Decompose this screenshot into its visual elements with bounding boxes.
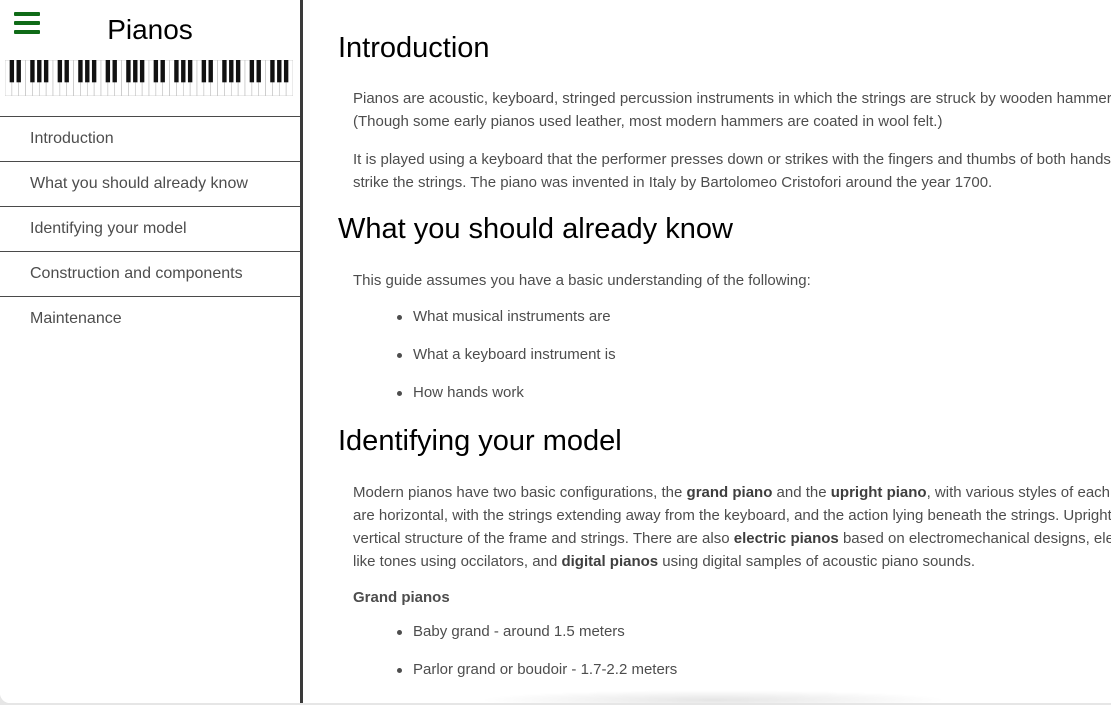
grand-piano-list: Baby grand - around 1.5 meters Parlor gr… <box>338 622 1111 698</box>
site-title: Pianos <box>107 14 193 45</box>
section-what-you-should-already-know: What you should already know This guide … <box>338 213 1111 421</box>
text: and the <box>772 484 831 501</box>
paragraph-line: are horizontal, with the strings extendi… <box>353 507 1111 524</box>
main-content[interactable]: Introduction Pianos are acoustic, keyboa… <box>303 0 1111 703</box>
paragraph-line: This guide assumes you have a basic unde… <box>353 272 811 289</box>
sidebar-item-identifying-your-model[interactable]: Identifying your model <box>0 206 300 251</box>
text: using digital samples of acoustic piano … <box>658 553 975 570</box>
list-item: Baby grand - around 1.5 meters <box>338 622 1111 660</box>
sidebar-item-introduction[interactable]: Introduction <box>0 116 300 161</box>
text: based on electromechanical designs, elec… <box>842 530 1111 547</box>
text: like tones using occilators, and <box>353 553 562 570</box>
paragraph-line: strike the strings. The piano was invent… <box>353 174 993 191</box>
paragraph-line: It is played using a keyboard that the p… <box>353 151 1111 168</box>
term-electric-pianos: electric pianos <box>733 530 839 547</box>
paragraph-line: (Though some early pianos used leather, … <box>353 113 943 130</box>
piano-keyboard-image <box>5 60 293 96</box>
list-item: How hands work <box>338 383 1111 421</box>
text: , with various styles of each. Grand pia… <box>926 484 1111 501</box>
term-upright-piano: upright piano <box>830 484 927 501</box>
text: Modern pianos have two basic configurati… <box>353 484 687 501</box>
paragraph-line: vertical structure of the frame and stri… <box>338 527 1111 550</box>
section-title: Identifying your model <box>338 425 622 457</box>
list-item: What musical instruments are <box>338 307 1111 345</box>
sidebar-item-construction-and-components[interactable]: Construction and components <box>0 251 300 296</box>
subheading-grand-pianos: Grand pianos <box>353 589 450 606</box>
text: vertical structure of the frame and stri… <box>353 530 734 547</box>
section-introduction: Introduction Pianos are acoustic, keyboa… <box>338 32 1111 194</box>
prerequisite-list: What musical instruments are What a keyb… <box>338 307 1111 421</box>
app-window: Pianos Introduction What you should alre… <box>0 0 1111 703</box>
section-title: Introduction <box>338 32 490 64</box>
scroll-shadow <box>478 690 948 703</box>
section-title: What you should already know <box>338 213 733 245</box>
term-digital-pianos: digital pianos <box>561 553 659 570</box>
sidebar-item-what-you-should-already-know[interactable]: What you should already know <box>0 161 300 206</box>
paragraph-line: Pianos are acoustic, keyboard, stringed … <box>353 90 1111 107</box>
paragraph-line: Modern pianos have two basic configurati… <box>338 481 1111 504</box>
sidebar-nav: Introduction What you should already kno… <box>0 116 300 341</box>
sidebar: Pianos Introduction What you should alre… <box>0 0 300 703</box>
term-grand-piano: grand piano <box>686 484 773 501</box>
section-identifying-your-model: Identifying your model Modern pianos hav… <box>338 425 1111 698</box>
list-item: What a keyboard instrument is <box>338 345 1111 383</box>
paragraph-line: like tones using occilators, and digital… <box>338 550 1111 573</box>
sidebar-item-maintenance[interactable]: Maintenance <box>0 296 300 341</box>
